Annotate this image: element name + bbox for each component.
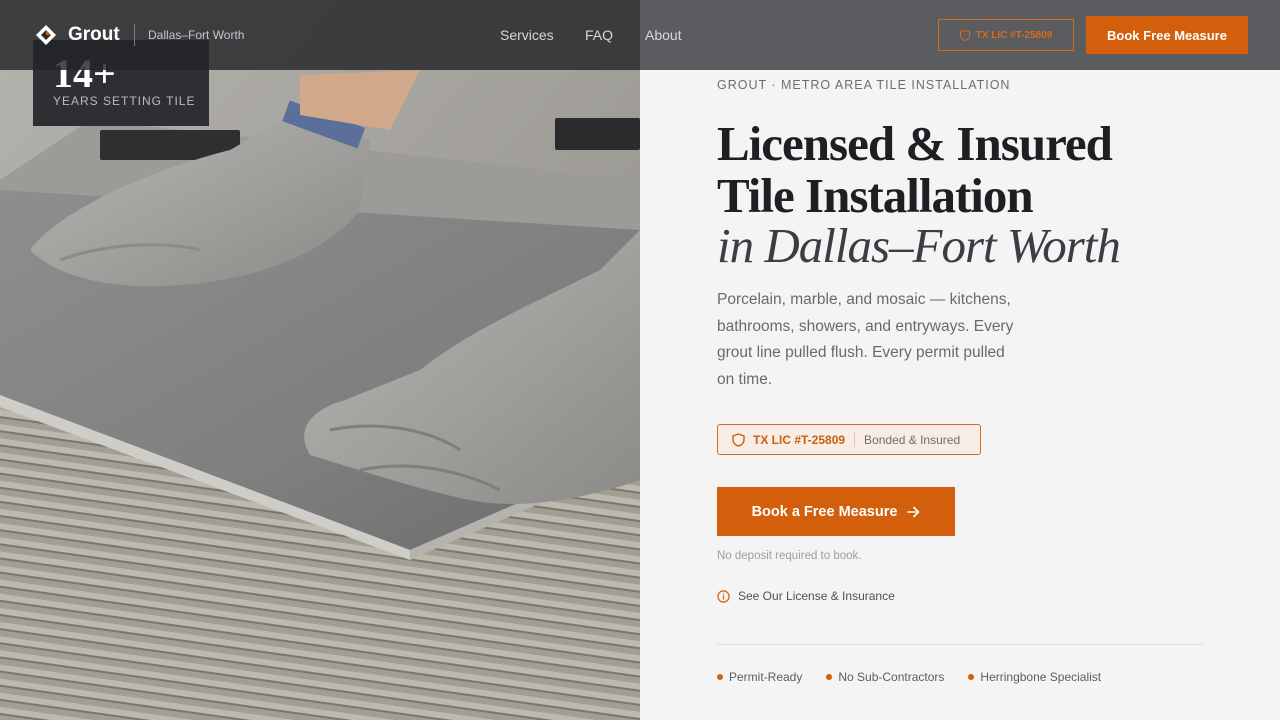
feature-list: Permit-Ready No Sub-Contractors Herringb…	[717, 670, 1125, 684]
nav-about[interactable]: About	[645, 27, 682, 43]
region-label: Dallas–Fort Worth	[148, 28, 245, 42]
hero-title-line1: Licensed & Insured	[717, 116, 1113, 171]
brand-name[interactable]: Grout	[68, 24, 120, 46]
book-free-measure-button[interactable]: Book Free Measure	[1086, 16, 1248, 54]
shield-icon	[732, 432, 745, 447]
hero-title-italic: in Dallas–Fort Worth	[717, 218, 1121, 273]
bullet-dot	[968, 674, 975, 680]
hero-title: Licensed & Insured Tile Installation	[717, 116, 1113, 223]
feature-label: Herringbone Specialist	[980, 670, 1102, 684]
license-badge: TX LIC #T-25809 Bonded & Insured	[717, 424, 981, 455]
license-button[interactable]: TX LIC #T-25809	[938, 19, 1074, 51]
nav-faq[interactable]: FAQ	[585, 27, 613, 43]
hero-title-line2: Tile Installation	[717, 168, 1034, 223]
feature-label: No Sub-Contractors	[838, 670, 945, 684]
hero-eyebrow: GROUT · METRO AREA TILE INSTALLATION	[717, 78, 1011, 92]
feature-label: Permit-Ready	[729, 670, 803, 684]
hero-description: Porcelain, marble, and mosaic — kitchens…	[717, 291, 1014, 389]
book-a-free-measure-button[interactable]: Book a Free Measure	[717, 487, 955, 536]
see-license-link[interactable]: See Our License & Insurance	[717, 589, 895, 603]
info-icon	[717, 589, 730, 603]
site-header: Grout Dallas–Fort Worth Services FAQ Abo…	[0, 0, 1280, 70]
years-stat-label: YEARS SETTING TILE	[53, 94, 196, 108]
no-deposit-note: No deposit required to book.	[717, 550, 862, 562]
badge-insured-label: Bonded & Insured	[864, 432, 961, 447]
arrow-right-icon	[907, 506, 920, 517]
nav-services[interactable]: Services	[500, 27, 554, 43]
brand-divider	[134, 24, 135, 46]
see-license-label: See Our License & Insurance	[738, 589, 895, 603]
grout-logo-icon[interactable]	[35, 24, 57, 46]
feature-item: Herringbone Specialist	[968, 670, 1101, 684]
shield-icon	[959, 29, 970, 41]
feature-item: No Sub-Contractors	[826, 670, 944, 684]
divider	[717, 644, 1203, 645]
license-button-label: TX LIC #T-25809	[975, 29, 1053, 41]
cta-label: Book a Free Measure	[751, 503, 898, 520]
badge-license-number: TX LIC #T-25809	[753, 432, 846, 447]
bullet-dot	[717, 674, 723, 680]
feature-item: Permit-Ready	[717, 670, 802, 684]
badge-divider	[854, 432, 856, 447]
bullet-dot	[826, 674, 833, 680]
